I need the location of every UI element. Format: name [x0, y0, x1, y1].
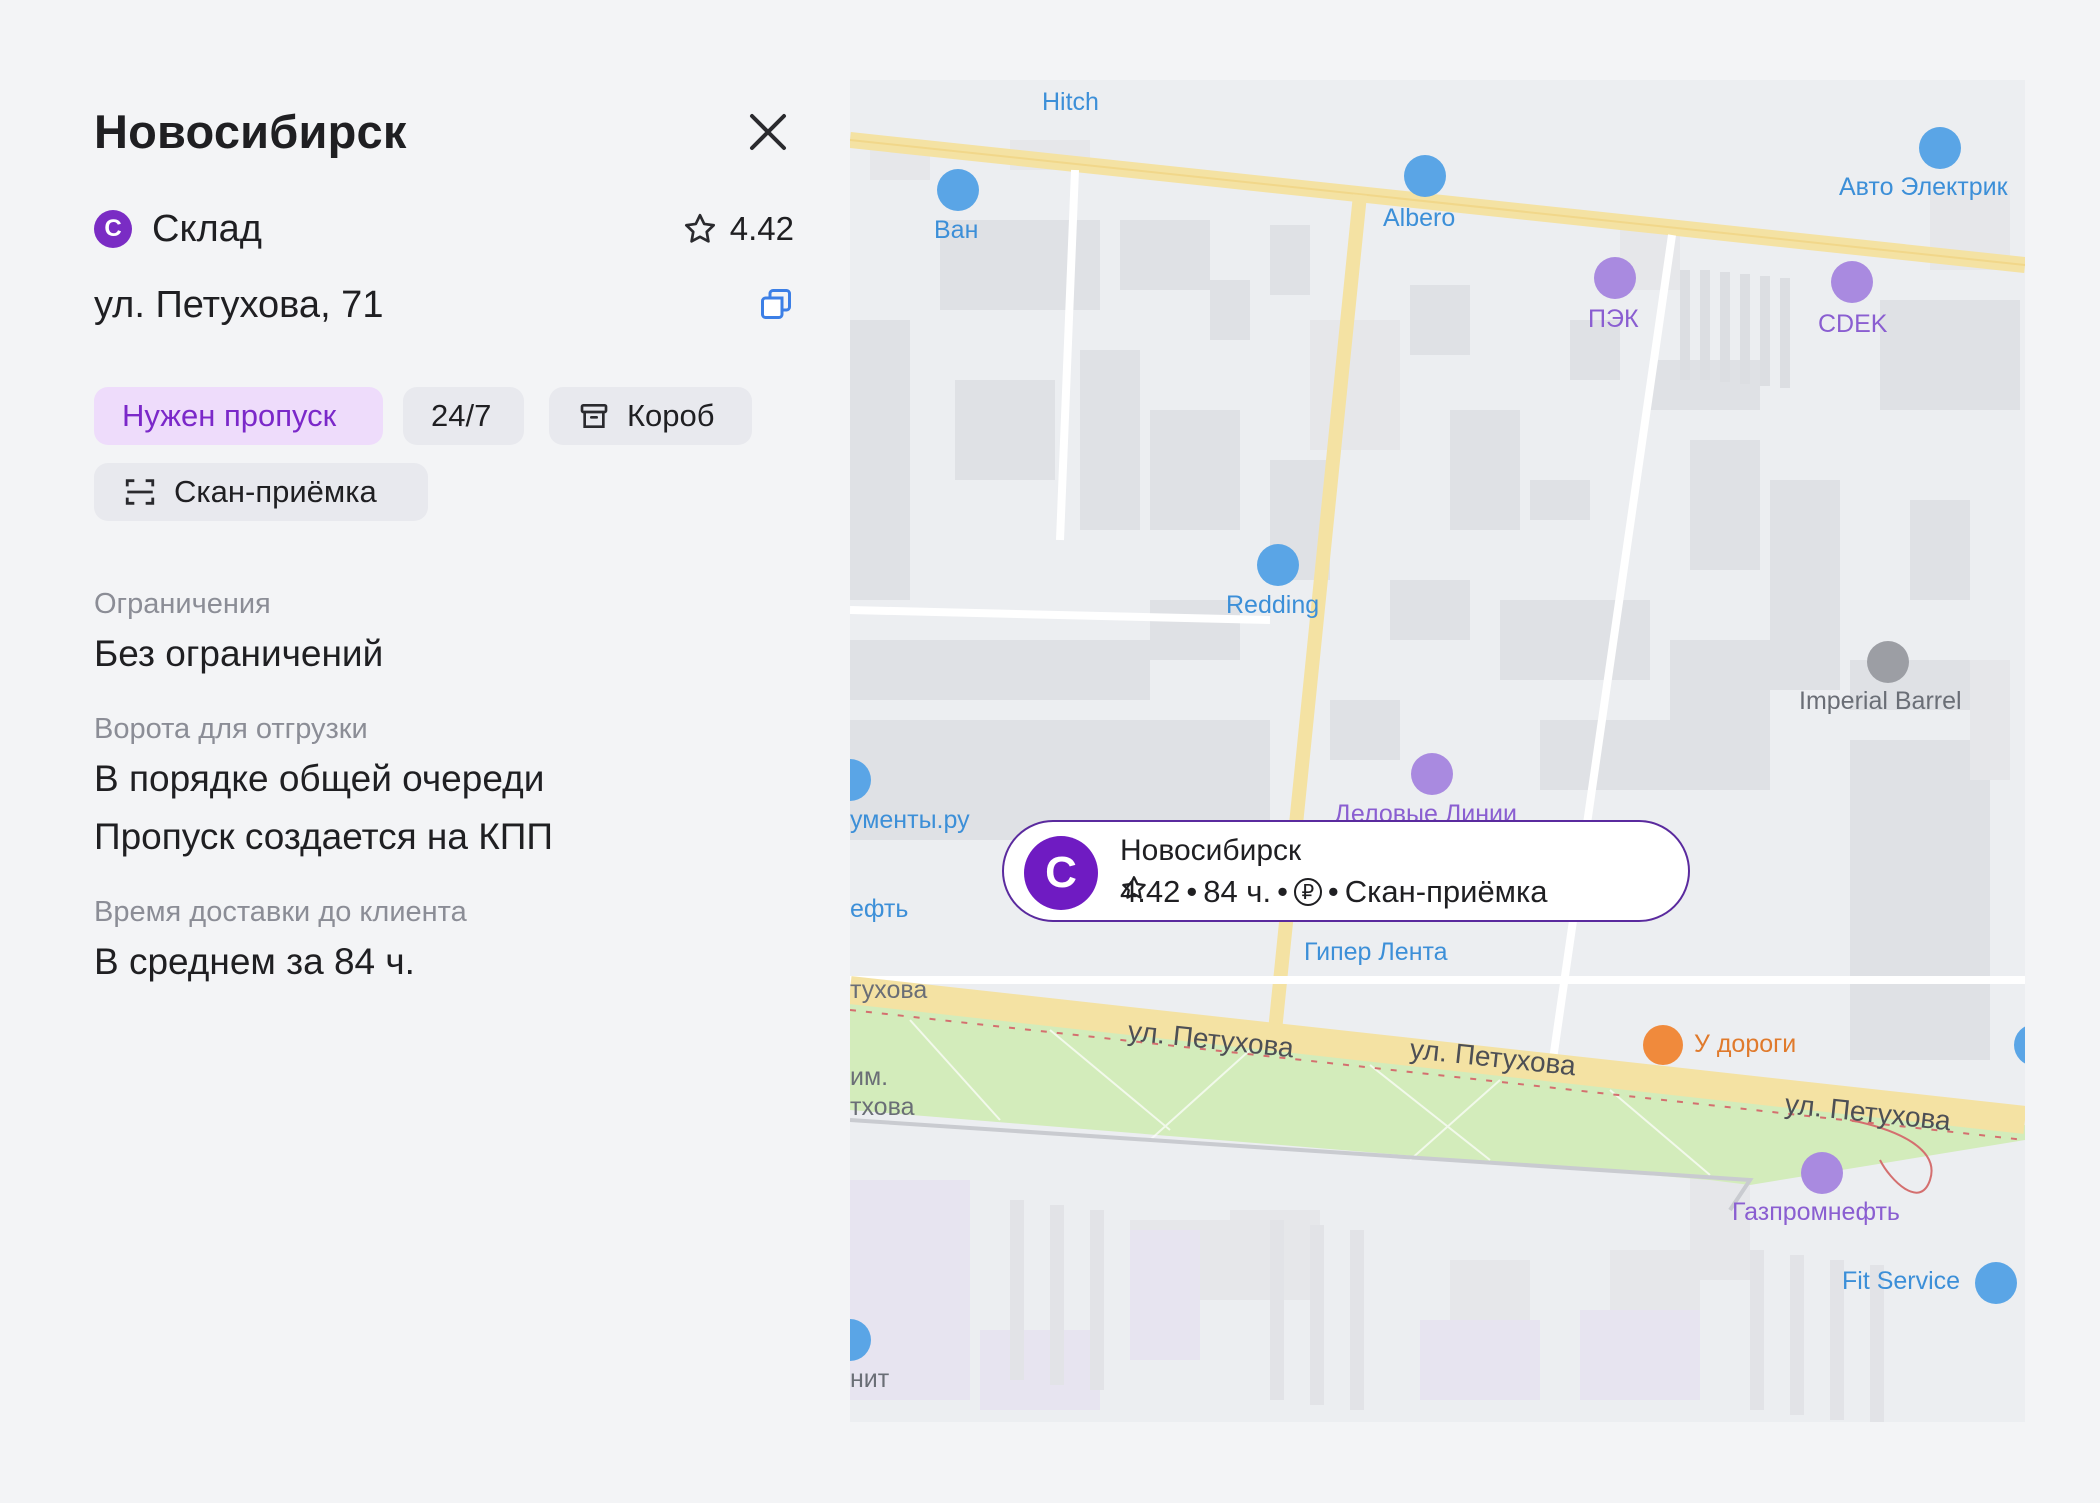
- gates-value-2: Пропуск создается на КПП: [94, 816, 553, 857]
- restrictions-label: Ограничения: [94, 588, 271, 620]
- box-icon: [580, 404, 608, 428]
- poi-redding[interactable]: Redding: [1226, 591, 1319, 620]
- rating-value: 4.42: [729, 210, 794, 247]
- selected-warehouse-marker[interactable]: С Новосибирск 4.42 • 84 ч. • ₽ • Скан-пр…: [1002, 820, 1690, 922]
- star-icon: [1122, 876, 1146, 899]
- warehouse-type-label: Склад: [152, 208, 262, 250]
- scan-label: Скан-приёмка: [174, 474, 377, 509]
- pass-required-label: Нужен пропуск: [122, 398, 337, 433]
- poi-imperial-barrel[interactable]: Imperial Barrel: [1799, 687, 1962, 716]
- poi-hitch[interactable]: Hitch: [1042, 88, 1099, 117]
- popup-delivery-time: 84 ч.: [1203, 874, 1272, 909]
- scan-chip: Скан-приёмка: [94, 463, 428, 521]
- box-chip: Короб: [549, 387, 752, 445]
- poi-pek[interactable]: ПЭК: [1588, 305, 1639, 334]
- poi-auto-electric[interactable]: Авто Электрик: [1839, 173, 2008, 202]
- hours-chip: 24/7: [403, 387, 524, 445]
- poi-menty[interactable]: ументы.ру: [850, 806, 970, 835]
- scan-icon: [125, 479, 155, 505]
- street-fragment-im: им.: [850, 1063, 889, 1091]
- popup-title: Новосибирск: [1120, 834, 1302, 867]
- popup-separator: •: [1277, 874, 1288, 909]
- hours-label: 24/7: [431, 398, 492, 433]
- poi-nit[interactable]: нит: [850, 1365, 889, 1394]
- poi-albero[interactable]: Albero: [1383, 204, 1455, 233]
- copy-address-button[interactable]: [758, 286, 794, 322]
- address-text: ул. Петухова, 71: [94, 284, 384, 326]
- pass-required-chip: Нужен пропуск: [94, 387, 383, 445]
- warehouse-type-badge: С: [94, 210, 132, 248]
- box-label: Короб: [627, 398, 715, 433]
- star-icon: [684, 213, 715, 243]
- delivery-value: В среднем за 84 ч.: [94, 941, 415, 982]
- poi-neft[interactable]: ефть: [850, 895, 908, 924]
- ruble-icon: ₽: [1293, 878, 1322, 906]
- popup-separator: •: [1327, 874, 1339, 909]
- popup-feature: Скан-приёмка: [1344, 874, 1548, 909]
- popup-meta: 4.42 • 84 ч. • ₽ • Скан-приёмка: [1120, 874, 1547, 910]
- popup-type-badge: С: [1024, 836, 1098, 910]
- map[interactable]: Hitch Ван Albero Авто Электрик ПЭК CDEK …: [850, 80, 2025, 1422]
- gates-label: Ворота для отгрузки: [94, 713, 368, 745]
- poi-fit-service[interactable]: Fit Service: [1842, 1267, 1960, 1296]
- restrictions-value: Без ограничений: [94, 633, 384, 674]
- close-button[interactable]: [746, 110, 790, 154]
- poi-u-dorogi[interactable]: У дороги: [1694, 1030, 1796, 1059]
- street-fragment-ukhova-2: тхова: [850, 1093, 915, 1121]
- poi-van[interactable]: Ван: [934, 216, 978, 245]
- warehouse-panel: Новосибирск С Склад 4.42 ул. Петухова, 7…: [94, 0, 794, 1503]
- poi-gazpromneft[interactable]: Газпромнефть: [1732, 1198, 1900, 1227]
- delivery-label: Время доставки до клиента: [94, 896, 467, 928]
- poi-giper-lenta[interactable]: Гипер Лента: [1304, 938, 1448, 967]
- copy-icon: [761, 289, 791, 319]
- panel-title: Новосибирск: [94, 105, 407, 158]
- gates-value-1: В порядке общей очереди: [94, 758, 545, 799]
- poi-cdek[interactable]: CDEK: [1818, 310, 1887, 339]
- popup-separator: •: [1186, 874, 1198, 909]
- close-icon: [750, 114, 786, 150]
- warehouse-type-row: С Склад 4.42: [94, 206, 794, 256]
- street-fragment-ukhova: тухова: [850, 976, 928, 1004]
- rating: 4.42: [682, 210, 794, 248]
- address-row: ул. Петухова, 71: [94, 284, 794, 334]
